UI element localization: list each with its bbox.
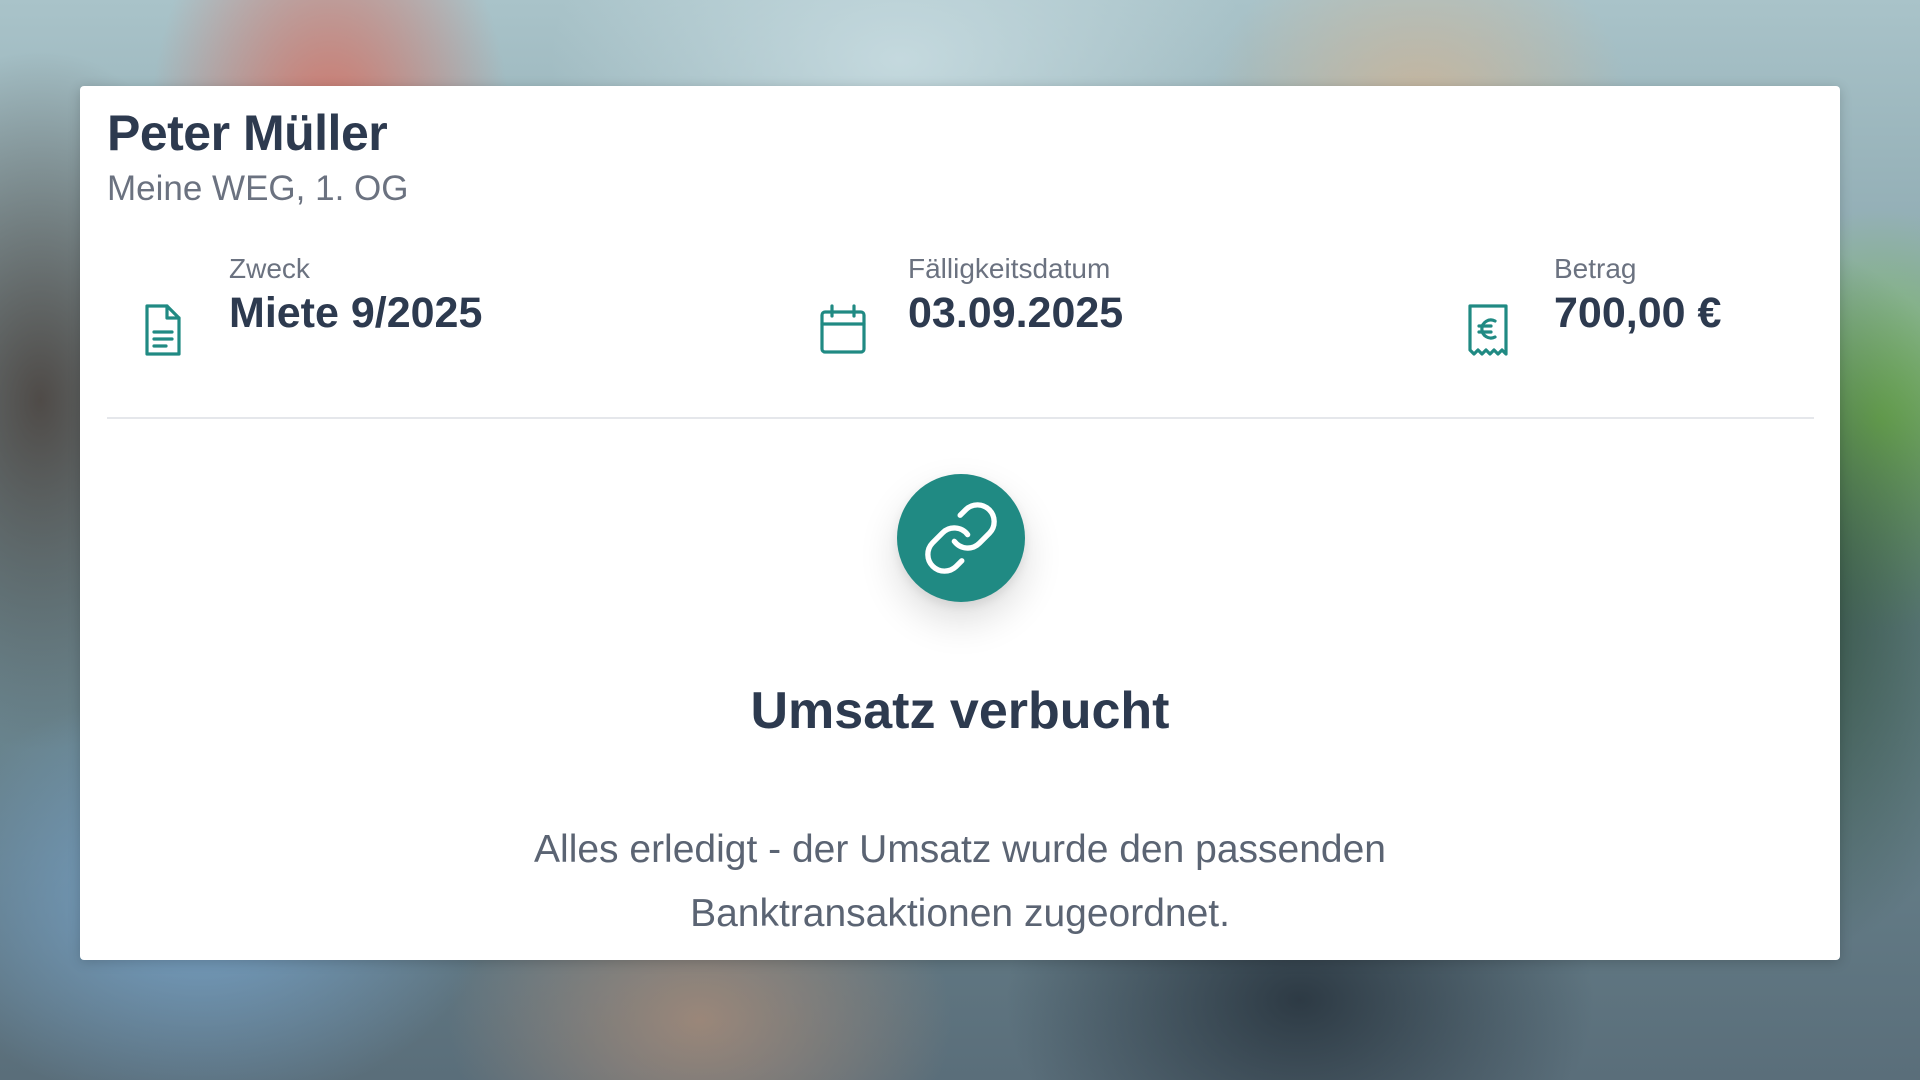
receipt-euro-icon: [1460, 300, 1516, 360]
divider: [107, 417, 1814, 419]
purpose-value: Miete 9/2025: [229, 289, 483, 337]
document-icon: [135, 300, 191, 360]
amount-value: 700,00 €: [1554, 289, 1722, 337]
link-icon: [925, 502, 997, 574]
tenant-name: Peter Müller: [107, 105, 388, 161]
tenant-unit: Meine WEG, 1. OG: [107, 169, 409, 208]
status-message: Alles erledigt - der Umsatz wurde den pa…: [534, 828, 1386, 935]
status-badge: [897, 474, 1025, 602]
amount-label: Betrag: [1554, 253, 1637, 284]
due-date-label: Fälligkeitsdatum: [908, 253, 1111, 284]
status-title: Umsatz verbucht: [750, 682, 1170, 740]
purpose-label: Zweck: [229, 253, 310, 284]
transaction-card: Peter Müller Meine WEG, 1. OG Zweck Miet…: [80, 86, 1840, 960]
calendar-icon: [814, 300, 870, 360]
due-date-value: 03.09.2025: [908, 289, 1124, 337]
